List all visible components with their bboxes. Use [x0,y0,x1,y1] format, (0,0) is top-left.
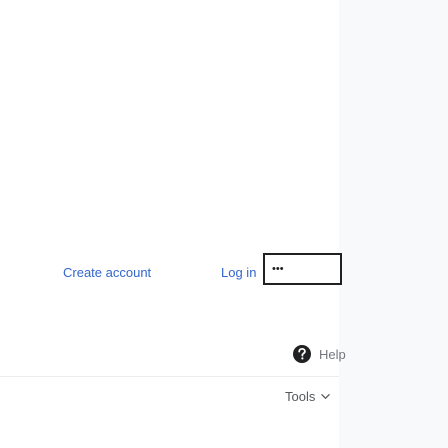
ellipsis-icon: ••• [272,263,284,275]
create-account-link[interactable]: Create account [63,265,151,280]
tools-menu-button[interactable]: Tools [285,389,331,404]
login-link[interactable]: Log in [221,265,256,280]
tools-label: Tools [285,389,316,404]
more-options-button[interactable]: ••• [263,253,342,285]
chevron-down-icon [321,394,331,399]
help-link[interactable]: Help [292,342,346,366]
help-label: Help [319,346,346,362]
right-panel [339,0,448,448]
help-circle-icon [293,345,311,363]
page: Create account Log in ••• Help Tools [0,0,448,448]
divider [0,376,339,377]
